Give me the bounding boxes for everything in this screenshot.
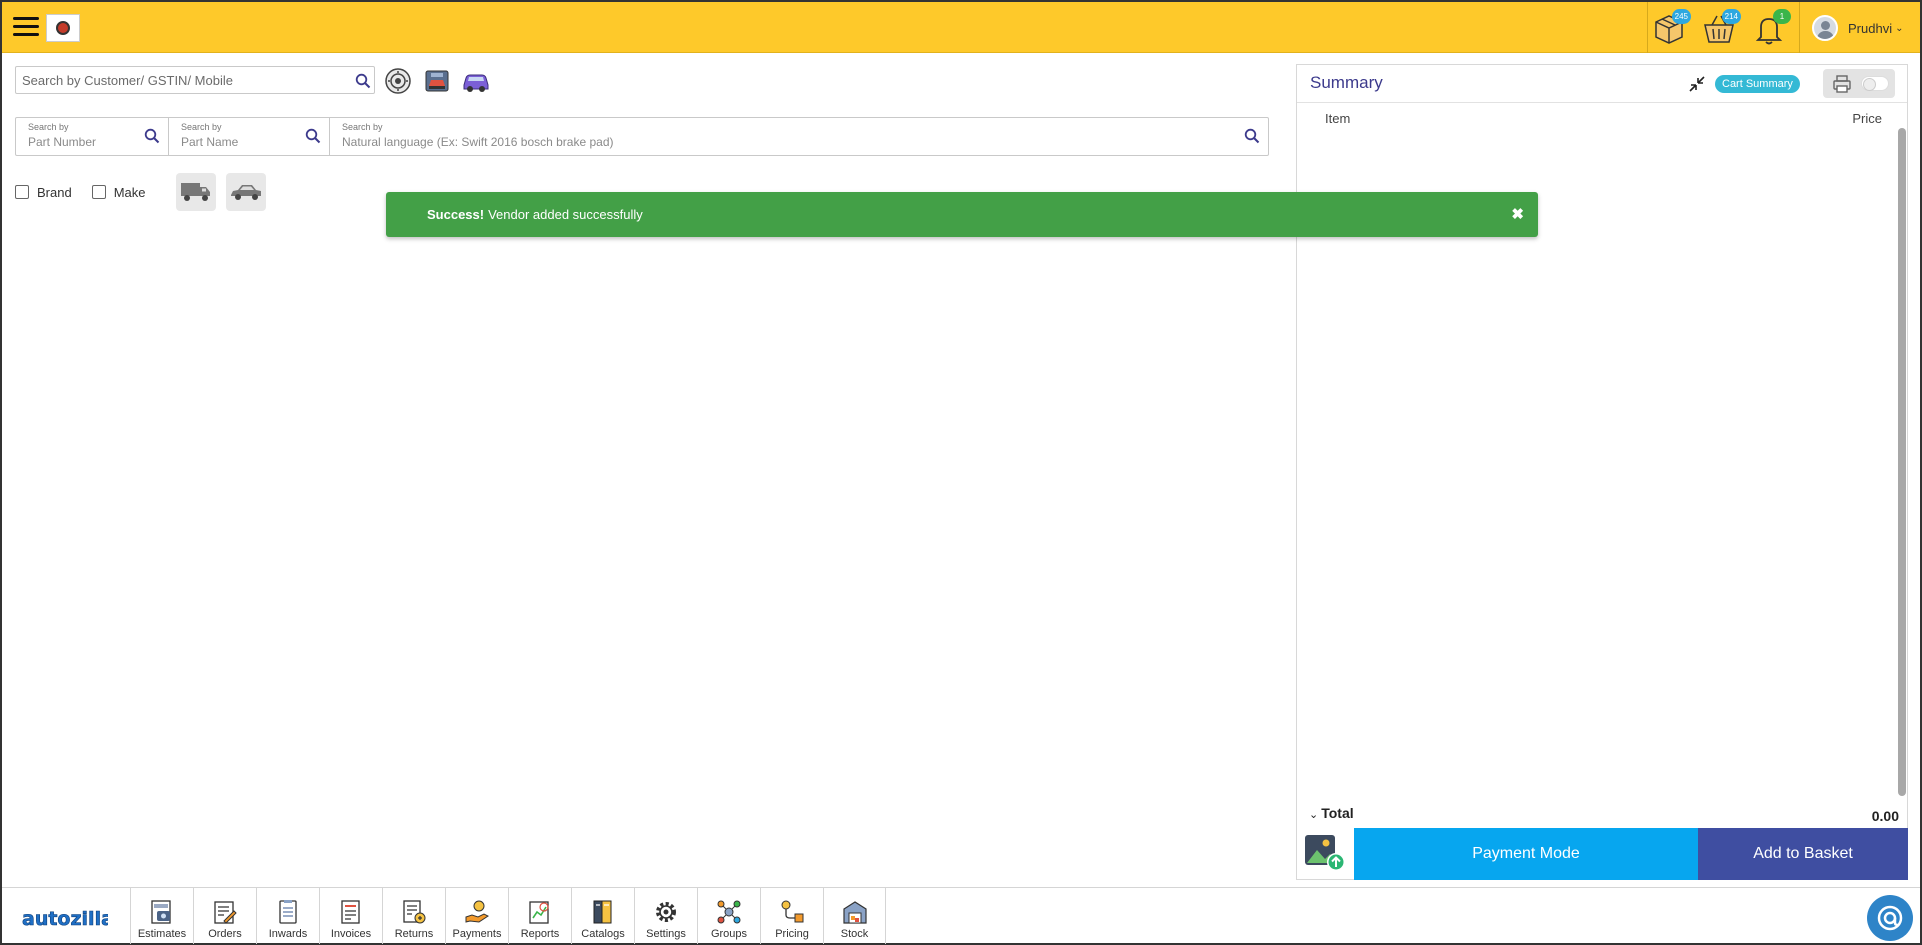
search-icon[interactable] (305, 128, 321, 144)
payment-mode-button[interactable]: Payment Mode (1354, 828, 1698, 880)
filter-row: Brand Make (15, 172, 266, 212)
inwards-icon (279, 900, 297, 924)
nav-orders[interactable]: Orders (193, 888, 256, 944)
search-icon[interactable] (144, 128, 160, 144)
summary-scrollbar[interactable] (1898, 128, 1906, 796)
printer-icon[interactable] (1832, 74, 1852, 94)
car-icon (230, 185, 261, 200)
nav-catalogs[interactable]: Catalogs (571, 888, 634, 944)
print-controls (1823, 69, 1895, 98)
orders-icon (214, 901, 237, 924)
close-icon[interactable]: ✖ (1511, 205, 1524, 223)
company-logo[interactable] (46, 14, 80, 42)
nav-payments[interactable]: Payments (445, 888, 508, 944)
customer-search-input[interactable] (16, 67, 336, 93)
make-filter[interactable]: Make (91, 184, 146, 200)
orders-box-button[interactable]: 245 (1649, 9, 1691, 46)
part-number-label: Search by (28, 122, 69, 132)
price-column-header: Price (1852, 111, 1882, 126)
total-row[interactable]: ⌄ Total 0.00 (1309, 805, 1899, 825)
search-icon[interactable] (1244, 128, 1260, 144)
cart-summary-button[interactable]: Cart Summary (1715, 75, 1800, 93)
nav-invoices[interactable]: Invoices (319, 888, 382, 944)
estimates-icon (151, 900, 171, 924)
chat-help-button[interactable] (1867, 895, 1913, 941)
nav-reports[interactable]: Reports (508, 888, 571, 944)
returns-icon (403, 900, 426, 924)
car-filter-button[interactable] (225, 173, 266, 211)
header-divider (1647, 2, 1648, 53)
item-column-header: Item (1325, 111, 1351, 126)
brand-filter[interactable]: Brand (15, 185, 72, 200)
groups-icon (717, 900, 741, 924)
settings-icon (656, 902, 676, 922)
top-bar: 245 214 1 Prudhvi ⌄ (2, 2, 1920, 53)
nav-settings[interactable]: Settings (634, 888, 697, 944)
nav-inwards[interactable]: Inwards (256, 888, 319, 944)
nav-pricing[interactable]: Pricing (760, 888, 823, 944)
summary-panel: Summary Cart Summary Item Price ⌄ Total 0… (1296, 64, 1908, 880)
notification-count-badge: 1 (1773, 9, 1791, 24)
truck-filter-button[interactable] (175, 173, 216, 211)
notifications-button[interactable]: 1 (1749, 9, 1791, 46)
truck-icon (180, 183, 210, 201)
user-menu[interactable]: Prudhvi ⌄ (1812, 14, 1903, 42)
natural-language-search-field[interactable]: Search by Natural language (Ex: Swift 20… (330, 118, 1268, 155)
summary-header: Summary Cart Summary (1297, 65, 1907, 103)
reports-icon (529, 901, 549, 924)
brand-checkbox[interactable] (15, 185, 29, 199)
payments-icon (465, 900, 489, 923)
toast-message: Vendor added successfully (488, 207, 643, 222)
total-value: 0.00 (1871, 808, 1899, 824)
collapse-icon[interactable] (1687, 74, 1707, 94)
chevron-down-icon: ⌄ (1895, 22, 1904, 34)
part-name-field[interactable]: Search by Part Name (169, 118, 330, 155)
autozilla-logo[interactable]: autozilla (22, 905, 108, 935)
svg-text:autozilla: autozilla (22, 908, 108, 930)
car-icon[interactable] (461, 66, 491, 96)
add-to-basket-button[interactable]: Add to Basket (1698, 828, 1908, 880)
user-name: Prudhvi (1848, 20, 1893, 36)
module-nav: Estimates Orders Inwards Invoices Return… (130, 888, 886, 944)
brake-disc-icon[interactable] (383, 66, 413, 96)
print-toggle[interactable] (1861, 76, 1889, 91)
stock-icon (842, 901, 867, 924)
search-icon[interactable] (355, 73, 371, 89)
chevron-down-icon: ⌄ (1309, 809, 1319, 821)
image-upload-icon[interactable] (1303, 833, 1347, 873)
part-name-placeholder: Part Name (181, 135, 239, 149)
car-service-icon[interactable] (422, 66, 452, 96)
avatar (1812, 15, 1838, 41)
natural-language-label: Search by (342, 122, 383, 132)
pricing-icon (781, 900, 804, 923)
part-number-placeholder: Part Number (28, 135, 97, 149)
brand-label: Brand (37, 184, 72, 200)
catalogs-icon (593, 900, 612, 924)
part-number-field[interactable]: Search by Part Number (16, 118, 169, 155)
orders-count-badge: 245 (1671, 9, 1691, 24)
invoices-icon (341, 900, 360, 924)
natural-language-placeholder: Natural language (Ex: Swift 2016 bosch b… (342, 135, 614, 149)
make-label: Make (113, 184, 146, 200)
hamburger-menu-icon[interactable] (13, 17, 39, 37)
basket-button[interactable]: 214 (1699, 9, 1741, 46)
basket-count-badge: 214 (1721, 9, 1741, 24)
customer-search-box (15, 66, 375, 94)
part-name-label: Search by (181, 122, 222, 132)
nav-estimates[interactable]: Estimates (130, 888, 193, 944)
summary-title: Summary (1310, 73, 1383, 92)
make-checkbox[interactable] (91, 185, 106, 199)
nav-stock[interactable]: Stock (823, 888, 886, 944)
part-search-bar: Search by Part Number Search by Part Nam… (15, 117, 1269, 156)
header-divider (1799, 2, 1800, 53)
toast-title: Success! (427, 207, 485, 222)
total-label: ⌄ Total (1309, 805, 1354, 821)
success-toast: Success! Vendor added successfully ✖ (386, 192, 1538, 237)
bottom-nav-bar: autozilla Estimates Orders Inwards Invoi… (2, 887, 1920, 944)
chat-icon (1877, 905, 1903, 931)
nav-groups[interactable]: Groups (697, 888, 760, 944)
nav-returns[interactable]: Returns (382, 888, 445, 944)
